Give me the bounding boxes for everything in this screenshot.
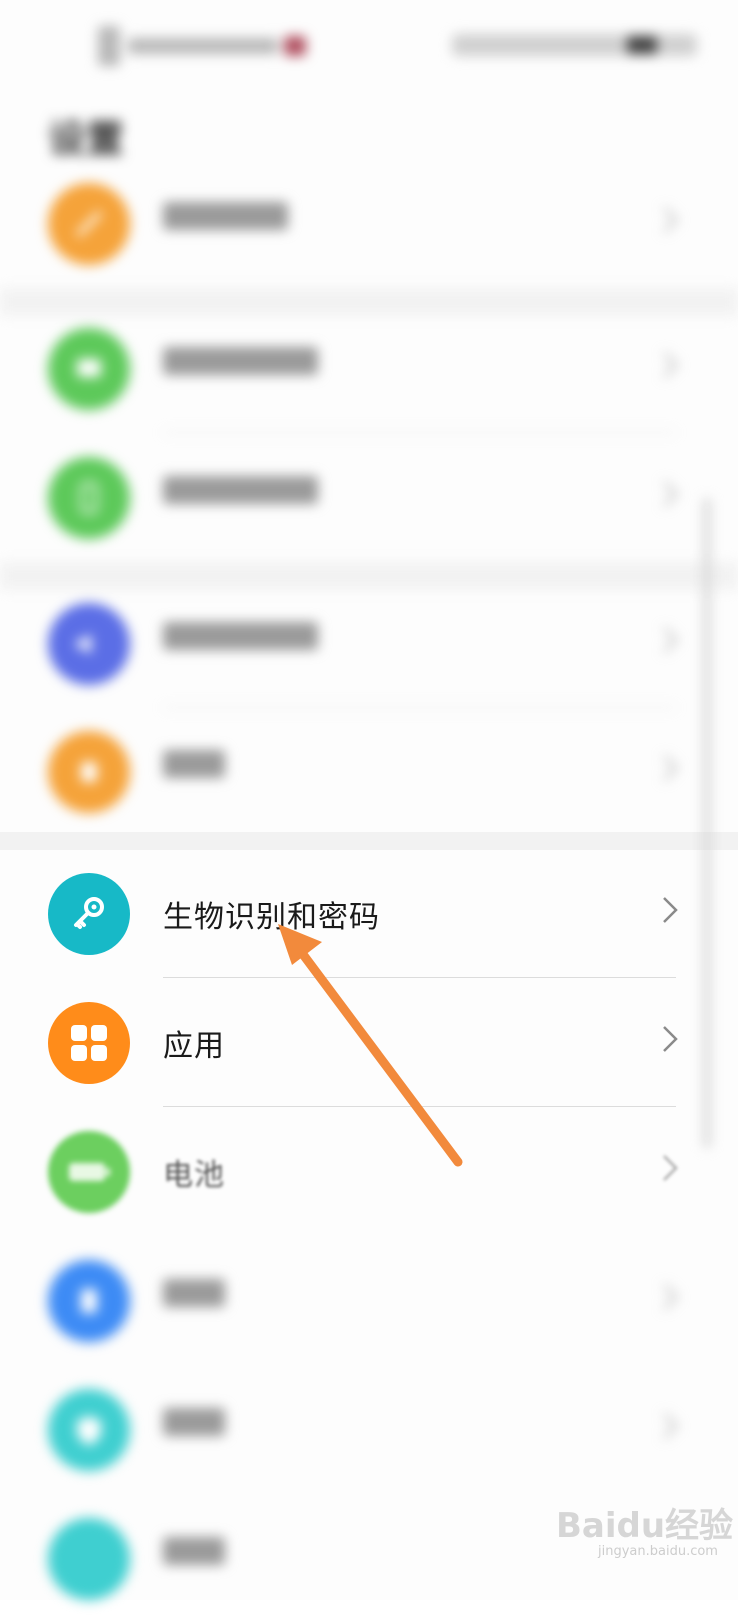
battery-icon — [627, 36, 657, 54]
privacy-icon — [48, 1518, 130, 1600]
settings-row-label: 应用 — [163, 1029, 225, 1064]
apps-grid-icon — [48, 1002, 130, 1084]
chevron-right-icon — [663, 897, 678, 923]
settings-row-apps[interactable]: 应用 — [0, 977, 738, 1107]
settings-screen: 设置 生物识别和密码 应用 电池 Baidu经验 jingyan.baidu.c… — [0, 0, 738, 1600]
settings-row-label — [163, 1279, 225, 1315]
link-icon — [48, 183, 130, 265]
settings-row-2[interactable] — [0, 432, 738, 562]
sound-icon — [48, 603, 130, 685]
status-carrier-info — [98, 26, 320, 66]
status-bar — [0, 0, 738, 90]
desktop-icon — [48, 328, 130, 410]
settings-row-battery[interactable]: 电池 — [0, 1106, 738, 1236]
key-icon — [48, 873, 130, 955]
settings-row-3[interactable] — [0, 578, 738, 708]
settings-row-label: 生物识别和密码 — [163, 900, 380, 935]
settings-row-label — [163, 750, 225, 786]
settings-row-0[interactable] — [0, 158, 738, 288]
settings-row-8[interactable] — [0, 1235, 738, 1365]
display-icon — [48, 457, 130, 539]
notification-icon — [48, 731, 130, 813]
chevron-right-icon — [662, 1412, 679, 1440]
security-icon — [48, 1389, 130, 1471]
battery-icon — [48, 1131, 130, 1213]
settings-row-9[interactable] — [0, 1364, 738, 1494]
settings-row-1[interactable] — [0, 303, 738, 433]
chevron-right-icon — [663, 1155, 678, 1181]
settings-row-4[interactable] — [0, 706, 738, 836]
status-indicators — [452, 34, 697, 56]
watermark-url: jingyan.baidu.com — [598, 1544, 718, 1559]
chevron-right-icon — [662, 754, 679, 782]
watermark-logo-text: Baidu经验 — [556, 1506, 734, 1546]
chevron-right-icon — [663, 1026, 678, 1052]
settings-row-label — [163, 622, 318, 658]
settings-row-label — [163, 202, 288, 238]
settings-row-biometrics-password[interactable]: 生物识别和密码 — [0, 848, 738, 978]
settings-row-label — [163, 347, 318, 383]
baidu-watermark: Baidu经验 jingyan.baidu.com — [556, 1478, 736, 1559]
settings-row-label — [163, 1537, 225, 1573]
settings-row-label — [163, 1408, 225, 1444]
chevron-right-icon — [662, 351, 679, 379]
settings-row-label — [163, 476, 318, 512]
chevron-right-icon — [662, 480, 679, 508]
scrollbar[interactable] — [704, 498, 710, 1148]
chevron-right-icon — [662, 206, 679, 234]
settings-row-label: 电池 — [163, 1158, 225, 1193]
storage-icon — [48, 1260, 130, 1342]
chevron-right-icon — [662, 626, 679, 654]
chevron-right-icon — [662, 1283, 679, 1311]
page-title: 设置 — [48, 117, 125, 161]
scrollbar-thumb[interactable] — [704, 498, 710, 1148]
